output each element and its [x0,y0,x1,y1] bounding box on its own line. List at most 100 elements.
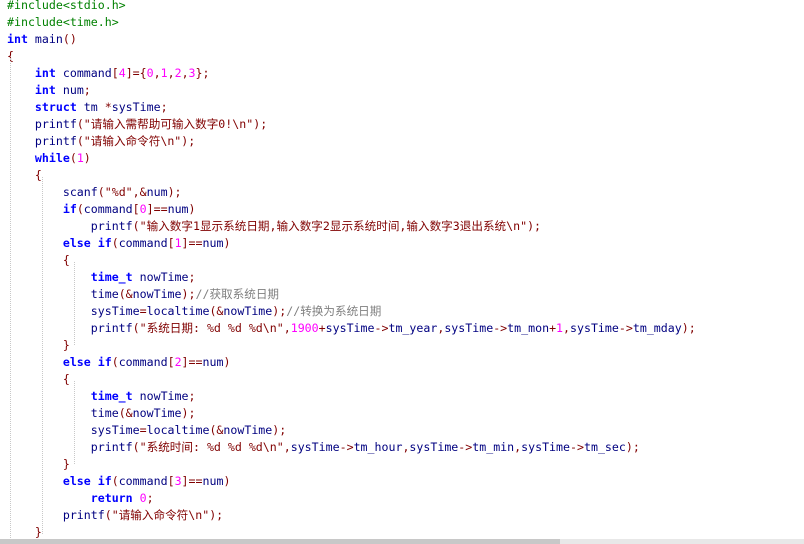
code-token: "请输入命令符\n" [83,134,182,148]
code-token: } [34,525,42,539]
code-token: ) [188,202,196,216]
code-line[interactable]: time(&nowTime); [7,405,196,422]
code-token: ]== [181,474,203,488]
code-line[interactable]: printf("请输入命令符\n"); [7,133,195,150]
code-line[interactable]: else if(command[3]==num) [7,473,231,490]
code-line[interactable]: #include<time.h> [7,14,119,31]
code-token: ) [83,151,91,165]
code-token: ( [132,440,140,454]
code-token: -> [493,321,508,335]
code-line[interactable]: #include<stdio.h> [7,0,126,14]
code-token: "请输入命令符\n" [111,508,210,522]
code-line[interactable]: printf("请输入命令符\n"); [7,507,223,524]
code-token: 0 [139,202,147,216]
code-token: command [118,474,168,488]
code-token: ]== [181,355,203,369]
code-token: int [34,66,56,80]
code-token: tm_mday [632,321,682,335]
code-token: time_t [90,270,133,284]
code-line[interactable]: { [7,252,70,269]
code-token: command [55,66,112,80]
code-token: if [62,202,77,216]
code-line[interactable]: struct tm *sysTime; [7,99,168,116]
code-line[interactable]: scanf("%d",&num); [7,184,182,201]
code-line[interactable]: return 0; [7,490,154,507]
code-line[interactable]: time(&nowTime);//获取系统日期 [7,286,279,303]
scrollbar-thumb[interactable] [0,539,560,544]
code-token: //转换为系统日期 [286,304,382,318]
code-line[interactable]: while(1) [7,150,91,167]
code-token: ; [146,491,154,505]
code-token: [ [167,474,175,488]
code-line[interactable]: { [7,371,70,388]
code-token: if [97,474,112,488]
code-line[interactable]: } [7,337,70,354]
code-line[interactable]: int main() [7,31,77,48]
code-token: "输入数字1显示系统日期,输入数字2显示系统时间,输入数字3退出系统\n" [139,219,528,233]
code-token: 4 [118,66,126,80]
code-line[interactable]: time_t nowTime; [7,269,196,286]
code-token: 1900 [290,321,319,335]
code-line[interactable]: } [7,456,70,473]
code-token: sysTime [290,440,340,454]
code-line[interactable]: sysTime=localtime(&nowTime);//转换为系统日期 [7,303,382,320]
code-token: ]={ [125,66,147,80]
code-token: ( [111,355,119,369]
code-token: = [139,423,147,437]
code-token: "系统日期: %d %d %d\n" [139,321,284,335]
code-token: #include<stdio.h> [7,0,126,12]
code-line[interactable]: int command[4]={0,1,2,3}; [7,65,210,82]
code-token: command [83,202,133,216]
code-token: ); [167,185,182,199]
code-token: command [118,355,168,369]
code-token: "系统时间: %d %d %d\n" [139,440,284,454]
code-token: sysTime [325,321,375,335]
code-token: ; [83,83,91,97]
code-token: localtime [146,423,210,437]
code-token: ( [69,151,77,165]
code-token: main [27,32,63,46]
code-token: ); [625,440,640,454]
code-line[interactable]: int num; [7,82,91,99]
code-token: 1 [160,66,168,80]
code-line[interactable]: printf("输入数字1显示系统日期,输入数字2显示系统时间,输入数字3退出系… [7,218,541,235]
code-token: * [104,100,112,114]
code-token: if [97,236,112,250]
code-token: tm_mon [507,321,550,335]
code-token: printf [7,219,133,233]
code-line[interactable]: else if(command[2]==num) [7,354,231,371]
code-line[interactable]: else if(command[1]==num) [7,235,231,252]
code-token: 0 [139,491,147,505]
code-token: , [153,66,161,80]
code-line[interactable]: { [7,167,42,184]
code-token: ( [132,219,140,233]
code-line[interactable]: if(command[0]==num) [7,201,196,218]
code-token: 1 [174,236,182,250]
code-line[interactable]: printf("系统日期: %d %d %d\n",1900+sysTime->… [7,320,696,337]
code-token: , [181,66,189,80]
code-token: num [167,202,189,216]
code-token: else [62,474,91,488]
code-token: ) [223,236,231,250]
code-line[interactable]: printf("系统时间: %d %d %d\n",sysTime->tm_ho… [7,439,640,456]
code-line[interactable]: time_t nowTime; [7,388,196,405]
code-editor[interactable]: #include<stdio.h> #include<time.h> int mai… [0,0,804,544]
code-token: num [146,185,168,199]
code-token: time_t [90,389,133,403]
code-token: struct [34,100,77,114]
code-token: ( [97,185,105,199]
code-line[interactable]: printf("请输入需帮助可输入数字0!\n"); [7,116,267,133]
indent-guide [10,58,11,544]
code-token: -> [570,440,584,454]
code-token: scanf [7,185,98,199]
code-token: ); [209,508,224,522]
code-token: , [283,440,291,454]
code-line[interactable]: sysTime=localtime(&nowTime); [7,422,287,439]
code-token: num [55,83,84,97]
